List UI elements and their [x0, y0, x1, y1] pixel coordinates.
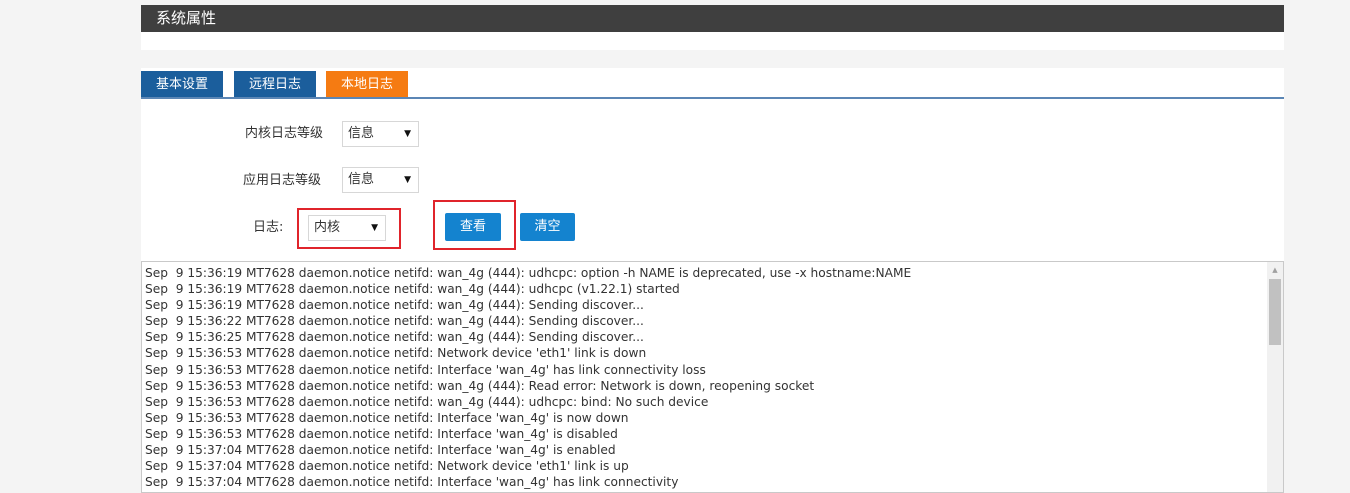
- page-title: 系统属性: [141, 5, 1284, 32]
- log-line: Sep 9 15:36:22 MT7628 daemon.notice neti…: [145, 314, 644, 329]
- scroll-thumb[interactable]: [1269, 279, 1281, 345]
- kernel-log-level-value: 信息: [348, 126, 375, 141]
- log-line: Sep 9 15:37:04 MT7628 daemon.notice neti…: [145, 475, 679, 490]
- clear-button[interactable]: 清空: [520, 213, 575, 241]
- log-line: Sep 9 15:36:19 MT7628 daemon.notice neti…: [145, 266, 912, 280]
- log-textarea[interactable]: Sep 9 15:36:19 MT7628 daemon.notice neti…: [141, 261, 1284, 493]
- log-scrollbar[interactable]: ▲: [1267, 262, 1283, 492]
- log-source-select[interactable]: 内核 ▼: [308, 215, 386, 241]
- log-line: Sep 9 15:36:53 MT7628 daemon.notice neti…: [145, 378, 815, 393]
- view-button[interactable]: 查看: [445, 213, 501, 241]
- log-line: Sep 9 15:36:53 MT7628 daemon.notice neti…: [145, 426, 618, 441]
- log-line: Sep 9 15:36:53 MT7628 daemon.notice neti…: [145, 410, 629, 425]
- panel-divider-strip: [141, 50, 1284, 68]
- log-line: Sep 9 15:36:53 MT7628 daemon.notice neti…: [145, 362, 706, 377]
- app-log-level-select[interactable]: 信息 ▼: [342, 167, 419, 193]
- log-source-label: 日志:: [253, 220, 284, 235]
- log-lines-container: Sep 9 15:36:19 MT7628 daemon.notice neti…: [145, 265, 1260, 490]
- kernel-log-level-label: 内核日志等级: [245, 126, 324, 141]
- log-line: Sep 9 15:36:25 MT7628 daemon.notice neti…: [145, 330, 644, 345]
- scroll-up-arrow-icon[interactable]: ▲: [1267, 262, 1283, 278]
- log-line: Sep 9 15:37:04 MT7628 daemon.notice neti…: [145, 443, 616, 458]
- dropdown-arrow-icon: ▼: [371, 223, 378, 233]
- kernel-log-level-select[interactable]: 信息 ▼: [342, 121, 419, 147]
- tabs-underline: [141, 97, 1284, 99]
- log-line: Sep 9 15:36:53 MT7628 daemon.notice neti…: [145, 394, 709, 409]
- log-line: Sep 9 15:36:19 MT7628 daemon.notice neti…: [145, 298, 644, 313]
- app-log-level-value: 信息: [348, 172, 375, 187]
- log-source-value: 内核: [314, 220, 341, 235]
- log-line: Sep 9 15:36:53 MT7628 daemon.notice neti…: [145, 346, 647, 361]
- tab-local-log[interactable]: 本地日志: [326, 71, 408, 98]
- dropdown-arrow-icon: ▼: [404, 129, 411, 139]
- log-line: Sep 9 15:37:04 MT7628 daemon.notice neti…: [145, 459, 629, 474]
- tab-remote-log[interactable]: 远程日志: [234, 71, 316, 98]
- log-line: Sep 9 15:36:19 MT7628 daemon.notice neti…: [145, 282, 680, 297]
- tab-basic-settings[interactable]: 基本设置: [141, 71, 223, 98]
- dropdown-arrow-icon: ▼: [404, 175, 411, 185]
- app-log-level-label: 应用日志等级: [243, 173, 322, 188]
